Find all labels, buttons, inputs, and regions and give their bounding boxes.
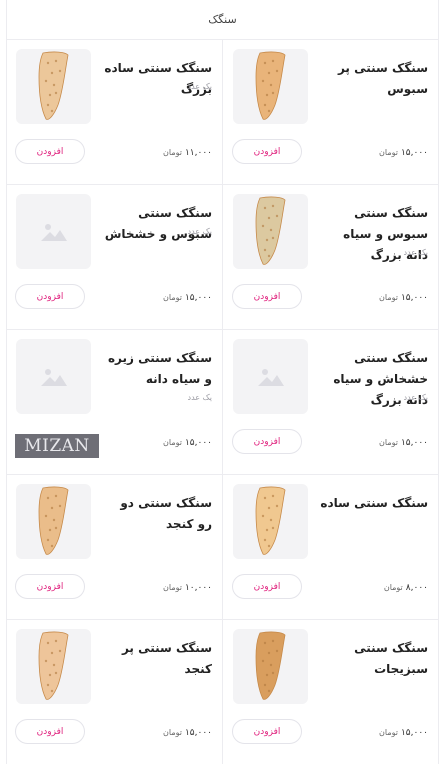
product-name[interactable]: سنگک سنتی ساده بزرگ — [102, 58, 212, 100]
product-card: سنگک سنتی سبزیجات ۱۵,۰۰۰تومان افزودن — [222, 620, 438, 764]
product-unit: یک عدد — [187, 227, 212, 236]
product-price: ۱۵,۰۰۰تومان — [163, 293, 212, 303]
page-frame: سنگک سنگک سنتی پر سبوس ۱۵,۰۰۰تومان افزودن س… — [6, 0, 439, 764]
bread-image — [255, 631, 286, 700]
add-to-cart-button[interactable]: افزودن — [232, 284, 302, 309]
price-currency: تومان — [163, 293, 182, 302]
product-name[interactable]: سنگک سنتی سبزیجات — [318, 638, 428, 680]
product-unit: یک عدد — [187, 393, 212, 402]
product-unit: یک عدد — [187, 82, 212, 91]
product-card: سنگک سنتی دو رو کنجد ۱۰,۰۰۰تومان افزودن — [6, 475, 222, 620]
product-card: سنگک سنتی سبوس و خشخاش یک عدد ۱۵,۰۰۰تومان ا… — [6, 185, 222, 330]
bread-image — [38, 631, 69, 700]
price-value: ۱۰,۰۰۰ — [184, 583, 212, 593]
product-price: ۱۵,۰۰۰تومان — [163, 728, 212, 738]
price-currency: تومان — [163, 148, 182, 157]
product-name[interactable]: سنگک سنتی دو رو کنجد — [102, 493, 212, 535]
add-to-cart-button[interactable]: افزودن — [15, 719, 85, 744]
page-header: سنگک — [7, 0, 438, 40]
price-value: ۸,۰۰۰ — [405, 583, 428, 593]
add-to-cart-button[interactable]: افزودن — [232, 574, 302, 599]
price-currency: تومان — [383, 583, 403, 592]
product-name[interactable]: سنگک سنتی پر سبوس — [318, 58, 428, 100]
product-thumbnail[interactable] — [233, 339, 308, 414]
add-to-cart-button[interactable]: افزودن — [15, 139, 85, 164]
bread-image — [255, 486, 286, 555]
product-card: سنگک سنتی پر سبوس ۱۵,۰۰۰تومان افزودن — [222, 40, 438, 185]
product-card: سنگک سنتی سبوس و سیاه دانه بزرگ یک عدد ۱۵,… — [222, 185, 438, 330]
price-currency: تومان — [379, 293, 398, 302]
product-price: ۱۵,۰۰۰تومان — [379, 728, 428, 738]
product-price: ۱۵,۰۰۰تومان — [379, 148, 428, 158]
product-card: سنگک سنتی ساده ۸,۰۰۰تومان افزودن — [222, 475, 438, 620]
product-thumbnail[interactable] — [233, 629, 308, 704]
price-currency: تومان — [163, 438, 182, 447]
product-name[interactable]: سنگک سنتی سبوس و خشخاش — [102, 203, 212, 245]
price-value: ۱۵,۰۰۰ — [184, 728, 212, 738]
product-card: سنگک سنتی زیره و سیاه دانه یک عدد ۱۵,۰۰۰تو… — [6, 330, 222, 475]
price-currency: تومان — [163, 728, 182, 737]
product-grid: سنگک سنتی پر سبوس ۱۵,۰۰۰تومان افزودن سنگک س… — [6, 40, 438, 764]
product-thumbnail[interactable] — [233, 484, 308, 559]
product-price: ۸,۰۰۰تومان — [384, 583, 428, 593]
product-price: ۱۵,۰۰۰تومان — [379, 293, 428, 303]
product-thumbnail[interactable] — [16, 484, 91, 559]
add-to-cart-button[interactable]: افزودن — [232, 719, 302, 744]
category-title: سنگک — [208, 13, 237, 26]
product-name[interactable]: سنگک سنتی ساده — [318, 493, 428, 514]
product-price: ۱۱,۰۰۰تومان — [163, 148, 212, 158]
product-unit: یک عدد — [403, 393, 428, 402]
product-thumbnail[interactable] — [233, 194, 308, 269]
price-currency: تومان — [163, 583, 182, 592]
product-thumbnail[interactable] — [16, 49, 91, 124]
price-value: ۱۱,۰۰۰ — [184, 148, 212, 158]
add-to-cart-button[interactable]: افزودن — [15, 574, 85, 599]
product-price: ۱۵,۰۰۰تومان — [163, 438, 212, 448]
bread-image — [38, 486, 69, 555]
add-to-cart-button[interactable]: افزودن — [232, 139, 302, 164]
product-card: سنگک سنتی پر کنجد ۱۵,۰۰۰تومان افزودن — [6, 620, 222, 764]
product-card: سنگک سنتی خشخاش و سیاه دانه بزرگ یک عدد ۱۵… — [222, 330, 438, 475]
product-thumbnail[interactable] — [233, 49, 308, 124]
watermark-logo: MIZAN — [15, 434, 99, 458]
price-value: ۱۵,۰۰۰ — [184, 438, 212, 448]
price-currency: تومان — [379, 728, 398, 737]
price-currency: تومان — [379, 438, 398, 447]
price-value: ۱۵,۰۰۰ — [400, 148, 428, 158]
image-placeholder-icon — [40, 223, 67, 241]
product-name[interactable]: سنگک سنتی پر کنجد — [102, 638, 212, 680]
price-value: ۱۵,۰۰۰ — [400, 728, 428, 738]
price-currency: تومان — [379, 148, 398, 157]
image-placeholder-icon — [257, 368, 284, 386]
product-card: سنگک سنتی ساده بزرگ یک عدد ۱۱,۰۰۰تومان افزو… — [6, 40, 222, 185]
image-placeholder-icon — [40, 368, 67, 386]
product-thumbnail[interactable] — [16, 194, 91, 269]
product-thumbnail[interactable] — [16, 629, 91, 704]
price-value: ۱۵,۰۰۰ — [400, 293, 428, 303]
bread-image — [255, 51, 286, 120]
product-unit: یک عدد — [403, 248, 428, 257]
add-to-cart-button[interactable]: افزودن — [232, 429, 302, 454]
bread-image — [38, 51, 69, 120]
price-value: ۱۵,۰۰۰ — [184, 293, 212, 303]
product-price: ۱۵,۰۰۰تومان — [379, 438, 428, 448]
price-value: ۱۵,۰۰۰ — [400, 438, 428, 448]
product-thumbnail[interactable] — [16, 339, 91, 414]
add-to-cart-button[interactable]: افزودن — [15, 284, 85, 309]
product-name[interactable]: سنگک سنتی زیره و سیاه دانه — [102, 348, 212, 390]
product-price: ۱۰,۰۰۰تومان — [163, 583, 212, 593]
bread-image — [255, 196, 286, 265]
